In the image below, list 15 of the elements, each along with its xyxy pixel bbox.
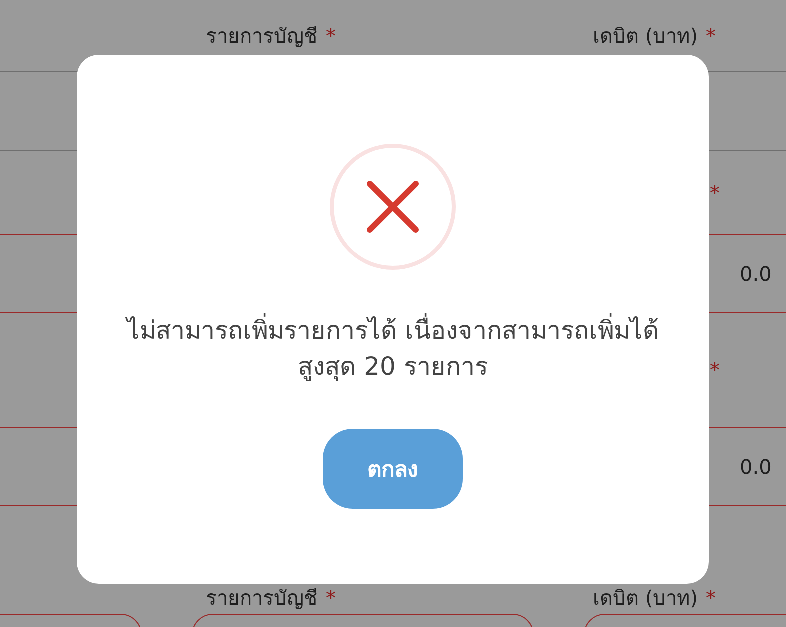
account-label: รายการบัญชี <box>206 24 318 48</box>
debit-label: เดบิต (บาท) <box>593 24 698 48</box>
account-label: รายการบัญชี <box>206 586 318 610</box>
debit-label: เดบิต (บาท) <box>593 586 698 610</box>
required-mark: * <box>706 24 716 48</box>
required-mark: * <box>706 586 716 610</box>
required-mark: * <box>326 586 336 610</box>
required-mark: * <box>710 358 720 382</box>
error-message: ไม่สามารถเพิ่มรายการได้ เนื่องจากสามารถเพิ่มได้สูงสุด 20 รายการ <box>117 313 669 385</box>
required-mark: * <box>710 180 720 204</box>
required-mark: * <box>326 24 336 48</box>
ok-button[interactable]: ตกลง <box>323 429 463 509</box>
amount-value: 0.0 <box>740 262 772 286</box>
error-icon <box>329 143 457 271</box>
amount-value: 0.0 <box>740 454 772 478</box>
